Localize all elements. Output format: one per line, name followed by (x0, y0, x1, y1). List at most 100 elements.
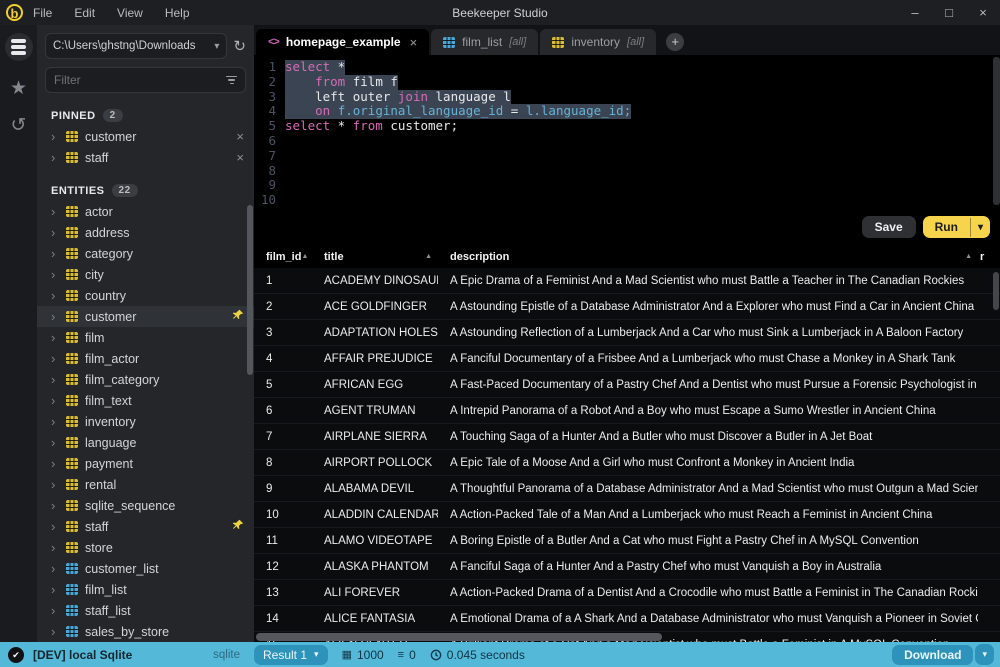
cell-film-id[interactable]: 12 (254, 561, 312, 573)
minimize-button[interactable]: – (898, 0, 932, 25)
menu-file[interactable]: File (33, 6, 52, 20)
entity-item-payment[interactable]: ›payment (37, 453, 254, 474)
cell-description[interactable]: A Intrepid Panorama of a Robot And a Boy… (438, 405, 978, 417)
cell-title[interactable]: AIRPORT POLLOCK (312, 457, 438, 469)
cell-film-id[interactable]: 14 (254, 613, 312, 625)
cell-title[interactable]: ALI FOREVER (312, 587, 438, 599)
sql-editor[interactable]: 1select *2 from film f3 left outer join … (254, 55, 1000, 245)
pinned-item-customer[interactable]: ›customer× (37, 126, 254, 147)
entity-item-film_list[interactable]: ›film_list (37, 579, 254, 600)
chevron-right-icon[interactable]: › (51, 130, 59, 143)
column-header-description[interactable]: description▲ (438, 251, 978, 263)
cell-description[interactable]: A Fast-Paced Documentary of a Pastry Che… (438, 379, 978, 391)
table-row[interactable]: 5AFRICAN EGGA Fast-Paced Documentary of … (254, 372, 1000, 398)
table-row[interactable]: 1ACADEMY DINOSAURA Epic Drama of a Femin… (254, 268, 1000, 294)
chevron-right-icon[interactable]: › (51, 352, 59, 365)
cell-description[interactable]: A Emotional Drama of a A Shark And a Dat… (438, 613, 978, 625)
cell-description[interactable]: A Action-Packed Tale of a Man And a Lumb… (438, 509, 978, 521)
entity-item-actor[interactable]: ›actor (37, 201, 254, 222)
sort-arrow-icon[interactable]: ▲ (301, 253, 308, 260)
table-row[interactable]: 2ACE GOLDFINGERA Astounding Epistle of a… (254, 294, 1000, 320)
cell-description[interactable]: A Epic Drama of a Feminist And a Mad Sci… (438, 275, 978, 287)
results-vertical-scrollbar[interactable] (993, 272, 999, 310)
chevron-right-icon[interactable]: › (51, 604, 59, 617)
cell-title[interactable]: ADAPTATION HOLES (312, 327, 438, 339)
chevron-right-icon[interactable]: › (51, 205, 59, 218)
entity-item-customer_list[interactable]: ›customer_list (37, 558, 254, 579)
cell-title[interactable]: ACE GOLDFINGER (312, 301, 438, 313)
chevron-right-icon[interactable]: › (51, 394, 59, 407)
chevron-right-icon[interactable]: › (51, 562, 59, 575)
menu-edit[interactable]: Edit (74, 6, 95, 20)
history-icon[interactable]: ↺ (11, 116, 27, 135)
cell-film-id[interactable]: 13 (254, 587, 312, 599)
pinned-item-staff[interactable]: ›staff× (37, 147, 254, 168)
cell-title[interactable]: ACADEMY DINOSAUR (312, 275, 438, 287)
run-button[interactable]: Run ▾ (923, 216, 990, 238)
entity-item-film_category[interactable]: ›film_category (37, 369, 254, 390)
cell-description[interactable]: A Epic Tale of a Moose And a Girl who mu… (438, 457, 978, 469)
column-header-title[interactable]: title▲ (312, 251, 438, 263)
entity-item-film[interactable]: ›film (37, 327, 254, 348)
entity-item-language[interactable]: ›language (37, 432, 254, 453)
cell-film-id[interactable]: 5 (254, 379, 312, 391)
tab-inventory[interactable]: inventory[all] (540, 29, 656, 55)
table-row[interactable]: 14ALICE FANTASIAA Emotional Drama of a A… (254, 606, 1000, 632)
connection-path-select[interactable]: C:\Users\ghstng\Downloads ▾ (45, 33, 227, 59)
cell-title[interactable]: ALASKA PHANTOM (312, 561, 438, 573)
entity-item-staff[interactable]: ›staff (37, 516, 254, 537)
chevron-right-icon[interactable]: › (51, 499, 59, 512)
column-header-film_id[interactable]: film_id▲ (254, 251, 312, 263)
table-row[interactable]: 7AIRPLANE SIERRAA Touching Saga of a Hun… (254, 424, 1000, 450)
cell-title[interactable]: AFRICAN EGG (312, 379, 438, 391)
tab-film_list[interactable]: film_list[all] (431, 29, 538, 55)
cell-film-id[interactable]: 1 (254, 275, 312, 287)
chevron-right-icon[interactable]: › (51, 583, 59, 596)
cell-film-id[interactable]: 10 (254, 509, 312, 521)
connection-name[interactable]: [DEV] local Sqlite (33, 648, 132, 662)
chevron-right-icon[interactable]: › (51, 415, 59, 428)
chevron-right-icon[interactable]: › (51, 436, 59, 449)
table-row[interactable]: 13ALI FOREVERA Action-Packed Drama of a … (254, 580, 1000, 606)
cell-film-id[interactable]: 9 (254, 483, 312, 495)
chevron-right-icon[interactable]: › (51, 289, 59, 302)
save-button[interactable]: Save (862, 216, 916, 238)
new-tab-button[interactable]: + (666, 33, 684, 51)
entity-item-sqlite_sequence[interactable]: ›sqlite_sequence (37, 495, 254, 516)
entity-item-film_text[interactable]: ›film_text (37, 390, 254, 411)
cell-title[interactable]: AGENT TRUMAN (312, 405, 438, 417)
close-tab-icon[interactable]: × (410, 35, 418, 50)
cell-description[interactable]: A Astounding Epistle of a Database Admin… (438, 301, 978, 313)
pin-icon[interactable] (232, 309, 244, 324)
cell-description[interactable]: A Fanciful Saga of a Hunter And a Pastry… (438, 561, 978, 573)
close-button[interactable]: × (966, 0, 1000, 25)
cell-film-id[interactable]: 4 (254, 353, 312, 365)
table-row[interactable]: 12ALASKA PHANTOMA Fanciful Saga of a Hun… (254, 554, 1000, 580)
entity-item-staff_list[interactable]: ›staff_list (37, 600, 254, 621)
maximize-button[interactable]: □ (932, 0, 966, 25)
entity-item-country[interactable]: ›country (37, 285, 254, 306)
cell-description[interactable]: A Action-Packed Drama of a Dentist And a… (438, 587, 978, 599)
download-button[interactable]: Download (892, 645, 973, 665)
table-row[interactable]: 10ALADDIN CALENDARA Action-Packed Tale o… (254, 502, 1000, 528)
cell-title[interactable]: AIRPLANE SIERRA (312, 431, 438, 443)
menu-view[interactable]: View (117, 6, 143, 20)
entity-filter-input[interactable]: Filter (45, 67, 246, 93)
cell-title[interactable]: ALICE FANTASIA (312, 613, 438, 625)
cell-title[interactable]: ALABAMA DEVIL (312, 483, 438, 495)
cell-description[interactable]: A Boring Epistle of a Butler And a Cat w… (438, 535, 978, 547)
cell-film-id[interactable]: 11 (254, 535, 312, 547)
pin-icon[interactable] (232, 519, 244, 534)
sort-arrow-icon[interactable]: ▲ (425, 253, 432, 260)
result-selector[interactable]: Result 1 ▾ (254, 645, 328, 665)
cell-description[interactable]: A Thoughtful Panorama of a Database Admi… (438, 483, 978, 495)
horizontal-scrollbar[interactable] (254, 633, 992, 641)
cell-film-id[interactable]: 2 (254, 301, 312, 313)
unpin-close-icon[interactable]: × (236, 150, 244, 165)
cell-film-id[interactable]: 7 (254, 431, 312, 443)
unpin-close-icon[interactable]: × (236, 129, 244, 144)
cell-title[interactable]: AFFAIR PREJUDICE (312, 353, 438, 365)
table-row[interactable]: 8AIRPORT POLLOCKA Epic Tale of a Moose A… (254, 450, 1000, 476)
cell-description[interactable]: A Astounding Reflection of a Lumberjack … (438, 327, 978, 339)
entity-item-film_actor[interactable]: ›film_actor (37, 348, 254, 369)
